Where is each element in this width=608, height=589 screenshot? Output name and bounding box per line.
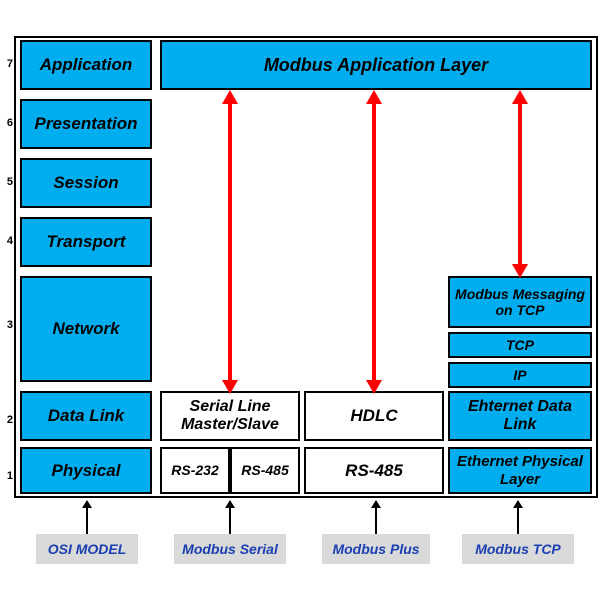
layer-number-4: 4 bbox=[3, 235, 13, 247]
diagram-canvas: 7 6 5 4 3 2 1 Application Presentation S… bbox=[0, 0, 608, 589]
legend-arrow-serial bbox=[229, 508, 231, 534]
legend-arrow-osi bbox=[86, 508, 88, 534]
layer-number-6: 6 bbox=[3, 117, 13, 129]
red-arrow-serial-down-icon bbox=[222, 380, 238, 394]
plus-physical-rs485: RS-485 bbox=[304, 447, 444, 494]
legend-serial: Modbus Serial bbox=[174, 534, 286, 564]
red-arrow-plus bbox=[372, 100, 376, 384]
legend-tcp: Modbus TCP bbox=[462, 534, 574, 564]
tcp-tcp: TCP bbox=[448, 332, 592, 358]
layer-number-5: 5 bbox=[3, 176, 13, 188]
osi-application: Application bbox=[20, 40, 152, 90]
red-arrow-tcp-down-icon bbox=[512, 264, 528, 278]
red-arrow-serial bbox=[228, 100, 232, 384]
layer-number-7: 7 bbox=[3, 58, 13, 70]
osi-presentation: Presentation bbox=[20, 99, 152, 149]
red-arrow-tcp-up-icon bbox=[512, 90, 528, 104]
osi-session: Session bbox=[20, 158, 152, 208]
legend-arrow-tcp-head-icon bbox=[513, 500, 523, 508]
plus-data-link: HDLC bbox=[304, 391, 444, 441]
serial-physical-rs485: RS-485 bbox=[230, 447, 300, 494]
legend-arrow-osi-head-icon bbox=[82, 500, 92, 508]
tcp-modbus-messaging: Modbus Messaging on TCP bbox=[448, 276, 592, 328]
serial-physical-rs232: RS-232 bbox=[160, 447, 230, 494]
layer-number-2: 2 bbox=[3, 414, 13, 426]
layer-number-3: 3 bbox=[3, 319, 13, 331]
osi-data-link: Data Link bbox=[20, 391, 152, 441]
legend-arrow-plus bbox=[375, 508, 377, 534]
layer-number-1: 1 bbox=[3, 470, 13, 482]
legend-arrow-serial-head-icon bbox=[225, 500, 235, 508]
tcp-data-link: Ehternet Data Link bbox=[448, 391, 592, 441]
legend-arrow-plus-head-icon bbox=[371, 500, 381, 508]
modbus-application-layer: Modbus Application Layer bbox=[160, 40, 592, 90]
legend-osi: OSI MODEL bbox=[36, 534, 138, 564]
legend-plus: Modbus Plus bbox=[322, 534, 430, 564]
serial-data-link: Serial Line Master/Slave bbox=[160, 391, 300, 441]
red-arrow-plus-up-icon bbox=[366, 90, 382, 104]
red-arrow-tcp bbox=[518, 100, 522, 268]
red-arrow-plus-down-icon bbox=[366, 380, 382, 394]
legend-arrow-tcp bbox=[517, 508, 519, 534]
tcp-ip: IP bbox=[448, 362, 592, 388]
osi-network: Network bbox=[20, 276, 152, 382]
red-arrow-serial-up-icon bbox=[222, 90, 238, 104]
tcp-physical: Ethernet Physical Layer bbox=[448, 447, 592, 494]
osi-transport: Transport bbox=[20, 217, 152, 267]
osi-physical: Physical bbox=[20, 447, 152, 494]
